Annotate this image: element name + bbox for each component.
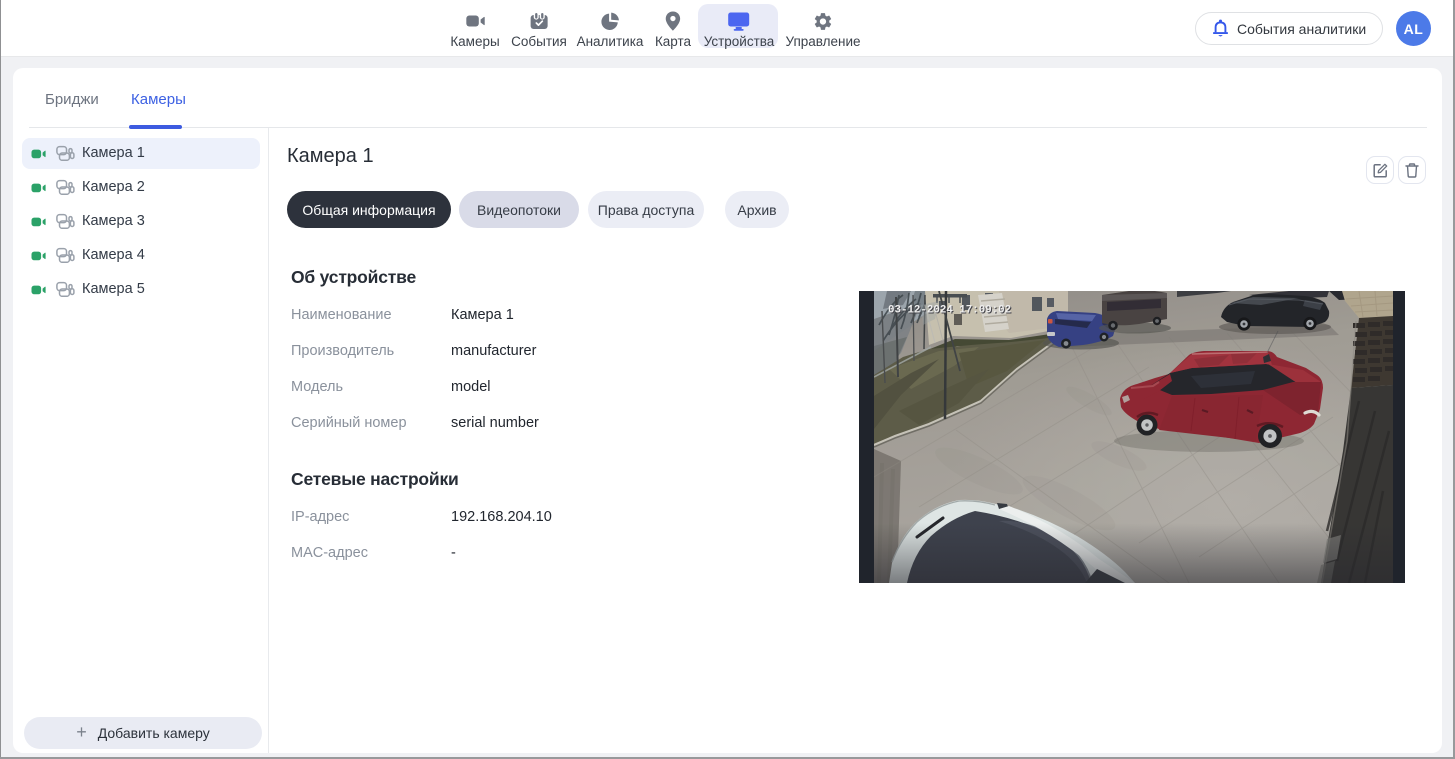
svg-text:03-12-2024 17:09:02: 03-12-2024 17:09:02 bbox=[888, 305, 1011, 317]
